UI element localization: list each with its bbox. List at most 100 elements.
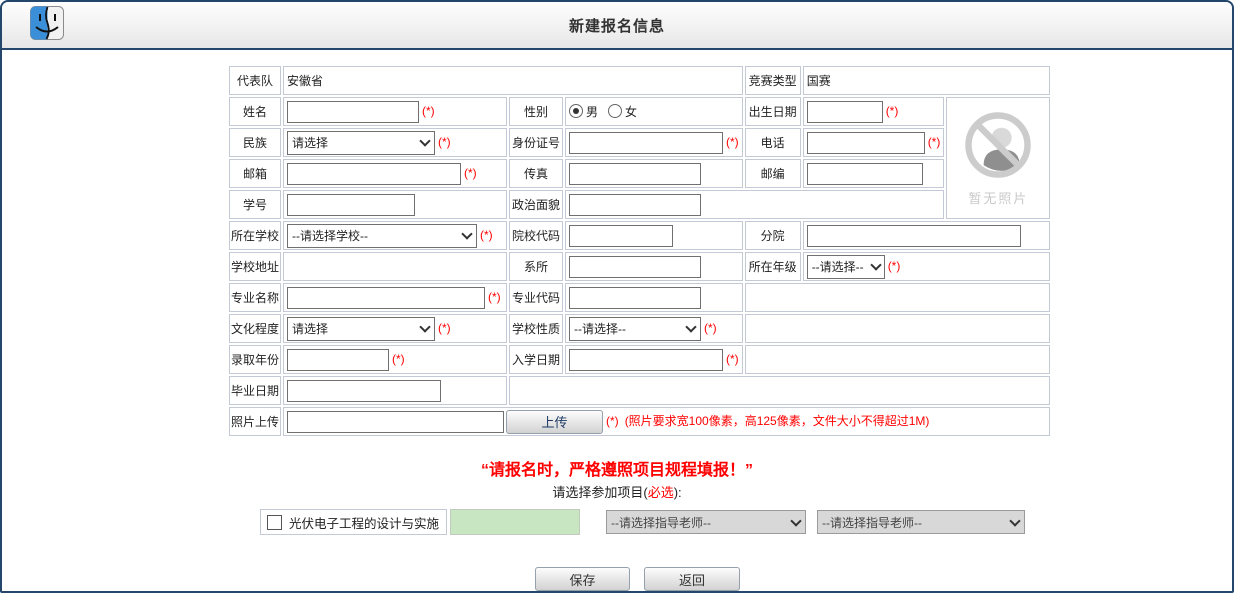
ethnicity-select[interactable]: 请选择 bbox=[287, 131, 435, 155]
row-admission-enrollment: 录取年份 (*) 入学日期 (*) bbox=[229, 345, 1050, 374]
school-code-input[interactable] bbox=[569, 225, 673, 247]
photo-upload-note: (照片要求宽100像素，高125像素，文件大小不得超过1M) bbox=[625, 414, 930, 428]
empty-cell bbox=[745, 345, 1051, 374]
major-code-input[interactable] bbox=[569, 287, 701, 309]
project-heading-required: 必选 bbox=[648, 485, 674, 500]
enrollment-date-label: 入学日期 bbox=[509, 345, 563, 374]
action-buttons-row: 保存 返回 bbox=[535, 567, 1232, 591]
branch-input[interactable] bbox=[807, 225, 1021, 247]
page-title: 新建报名信息 bbox=[2, 15, 1232, 36]
row-graduation: 毕业日期 bbox=[229, 376, 1050, 405]
row-ethnicity-id-phone: 民族 请选择(*) 身份证号 (*) 电话 (*) bbox=[229, 128, 1050, 157]
chevron-down-icon bbox=[790, 515, 801, 526]
fax-input[interactable] bbox=[569, 163, 701, 185]
graduation-date-input[interactable] bbox=[287, 380, 441, 402]
required-marker: (*) bbox=[438, 135, 451, 149]
gender-male-label: 男 bbox=[586, 105, 598, 119]
student-id-input[interactable] bbox=[287, 194, 415, 216]
no-photo-person-icon bbox=[962, 109, 1034, 181]
gender-female-label: 女 bbox=[625, 105, 637, 119]
grade-select[interactable]: --请选择-- bbox=[807, 255, 885, 279]
team-value: 安徽省 bbox=[283, 66, 743, 95]
save-button[interactable]: 保存 bbox=[535, 567, 630, 591]
teacher-select-1[interactable]: --请选择指导老师-- bbox=[606, 510, 806, 534]
required-marker: (*) bbox=[704, 321, 717, 335]
competition-type-value: 国赛 bbox=[803, 66, 1051, 95]
department-input[interactable] bbox=[569, 256, 701, 278]
row-name-gender-birth: 姓名 (*) 性别 男女 出生日期 (*) 暂无照片 bbox=[229, 97, 1050, 126]
required-marker: (*) bbox=[726, 135, 739, 149]
required-marker: (*) bbox=[464, 166, 477, 180]
project-heading: 请选择参加项目(必选): bbox=[2, 482, 1232, 501]
row-email-fax-postal: 邮箱 (*) 传真 邮编 bbox=[229, 159, 1050, 188]
major-name-input[interactable] bbox=[287, 287, 485, 309]
political-status-input[interactable] bbox=[569, 194, 701, 216]
project-heading-prefix: 请选择参加项目( bbox=[552, 485, 647, 500]
chevron-down-icon bbox=[1009, 515, 1020, 526]
back-button[interactable]: 返回 bbox=[644, 567, 740, 591]
upload-button[interactable]: 上传 bbox=[506, 410, 603, 434]
gender-female-radio[interactable] bbox=[608, 104, 622, 118]
name-input[interactable] bbox=[287, 101, 419, 123]
mac-finder-logo-icon bbox=[30, 6, 64, 45]
enrollment-date-input[interactable] bbox=[569, 349, 723, 371]
team-label: 代表队 bbox=[229, 66, 281, 95]
phone-label: 电话 bbox=[745, 128, 801, 157]
gender-male-radio[interactable] bbox=[569, 104, 583, 118]
graduation-date-label: 毕业日期 bbox=[229, 376, 281, 405]
phone-input[interactable] bbox=[807, 132, 925, 154]
row-major: 专业名称 (*) 专业代码 bbox=[229, 283, 1050, 312]
row-education-nature: 文化程度 请选择(*) 学校性质 --请选择--(*) bbox=[229, 314, 1050, 343]
student-id-label: 学号 bbox=[229, 190, 281, 219]
chevron-down-icon bbox=[419, 321, 430, 332]
admission-year-label: 录取年份 bbox=[229, 345, 281, 374]
project-score-input[interactable] bbox=[450, 509, 580, 535]
project-name-label: 光伏电子工程的设计与实施 bbox=[289, 513, 439, 532]
fax-label: 传真 bbox=[509, 159, 563, 188]
teacher-select-2-value: --请选择指导老师-- bbox=[822, 514, 922, 531]
row-studentid-political: 学号 政治面貌 bbox=[229, 190, 1050, 219]
gender-radio-group: 男女 bbox=[565, 97, 743, 126]
email-input[interactable] bbox=[287, 163, 461, 185]
grade-label: 所在年级 bbox=[745, 252, 801, 281]
project-heading-suffix: ): bbox=[674, 485, 682, 500]
school-address-value bbox=[283, 252, 507, 281]
school-nature-select[interactable]: --请选择-- bbox=[569, 317, 701, 341]
notice-text: “请报名时，严格遵照项目规程填报！” bbox=[2, 456, 1232, 480]
school-nature-label: 学校性质 bbox=[509, 314, 563, 343]
teacher-select-2[interactable]: --请选择指导老师-- bbox=[817, 510, 1025, 534]
project-selection-row: 光伏电子工程的设计与实施 --请选择指导老师-- --请选择指导老师-- bbox=[260, 509, 1232, 535]
chevron-down-icon bbox=[419, 135, 430, 146]
branch-label: 分院 bbox=[745, 221, 801, 250]
postal-code-label: 邮编 bbox=[745, 159, 801, 188]
major-code-label: 专业代码 bbox=[509, 283, 563, 312]
photo-upload-input[interactable] bbox=[287, 411, 504, 433]
education-level-select[interactable]: 请选择 bbox=[287, 317, 435, 341]
row-team: 代表队 安徽省 竞赛类型 国赛 bbox=[229, 66, 1050, 95]
project-checkbox-cell: 光伏电子工程的设计与实施 bbox=[260, 509, 447, 535]
row-photo-upload: 照片上传 上传(*) (照片要求宽100像素，高125像素，文件大小不得超过1M) bbox=[229, 407, 1050, 436]
empty-cell bbox=[509, 376, 1050, 405]
required-marker: (*) bbox=[928, 135, 941, 149]
project-checkbox[interactable] bbox=[267, 515, 282, 530]
teacher-select-1-value: --请选择指导老师-- bbox=[611, 514, 711, 531]
birth-date-label: 出生日期 bbox=[745, 97, 801, 126]
postal-code-input[interactable] bbox=[807, 163, 923, 185]
id-number-input[interactable] bbox=[569, 132, 723, 154]
education-level-label: 文化程度 bbox=[229, 314, 281, 343]
required-marker: (*) bbox=[438, 321, 451, 335]
email-label: 邮箱 bbox=[229, 159, 281, 188]
admission-year-input[interactable] bbox=[287, 349, 389, 371]
school-select[interactable]: --请选择学校-- bbox=[287, 224, 477, 248]
competition-type-label: 竞赛类型 bbox=[745, 66, 801, 95]
empty-cell bbox=[745, 283, 1051, 312]
id-number-label: 身份证号 bbox=[509, 128, 563, 157]
required-marker: (*) bbox=[606, 414, 619, 428]
school-address-label: 学校地址 bbox=[229, 252, 281, 281]
birth-date-input[interactable] bbox=[807, 101, 883, 123]
required-marker: (*) bbox=[488, 290, 501, 304]
education-level-select-value: 请选择 bbox=[292, 320, 328, 337]
chevron-down-icon bbox=[685, 321, 696, 332]
photo-upload-label: 照片上传 bbox=[229, 407, 281, 436]
grade-select-value: --请选择-- bbox=[812, 258, 864, 275]
